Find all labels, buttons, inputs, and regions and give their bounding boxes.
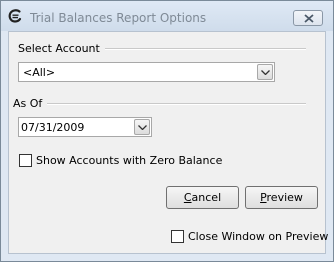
zero-balance-label[interactable]: Show Accounts with Zero Balance: [36, 154, 222, 167]
account-select[interactable]: <All>: [18, 62, 275, 82]
cancel-mnemonic: C: [183, 191, 192, 204]
window-title: Trial Balances Report Options: [30, 11, 207, 25]
select-account-divider: [105, 48, 306, 50]
close-on-preview-checkbox[interactable]: [171, 230, 184, 243]
date-dropdown-button[interactable]: [134, 119, 150, 135]
close-button[interactable]: [293, 10, 323, 26]
close-x-icon: [304, 14, 314, 23]
cancel-label-rest: ancel: [191, 191, 222, 204]
as-of-divider: [47, 103, 306, 105]
preview-label-rest: review: [266, 191, 303, 204]
dialog-body: Select Account <All> As Of 07/31/2009 Sh…: [8, 31, 328, 254]
account-dropdown-button[interactable]: [257, 64, 273, 80]
chevron-down-icon: [261, 70, 270, 75]
zero-balance-checkbox[interactable]: [19, 154, 32, 167]
cancel-button[interactable]: Cancel: [166, 186, 239, 209]
report-options-dialog: Trial Balances Report Options Select Acc…: [0, 0, 334, 262]
as-of-date-picker[interactable]: 07/31/2009: [18, 117, 152, 137]
close-on-preview-label[interactable]: Close Window on Preview: [188, 230, 328, 243]
c-logo-icon: [7, 8, 23, 24]
account-select-value: <All>: [23, 66, 56, 79]
chevron-down-icon: [138, 125, 147, 130]
preview-button[interactable]: Preview: [245, 186, 318, 209]
select-account-label: Select Account: [18, 42, 100, 55]
as-of-label: As Of: [13, 97, 43, 110]
title-bar[interactable]: Trial Balances Report Options: [1, 1, 333, 31]
as-of-date-value: 07/31/2009: [21, 121, 85, 134]
